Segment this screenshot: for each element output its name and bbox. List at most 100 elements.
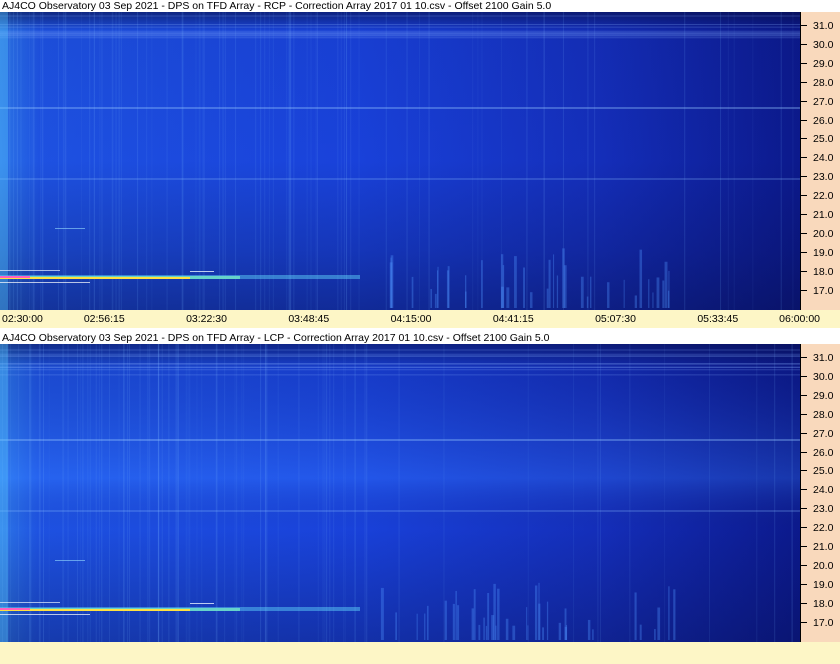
lcp-freq-tick: 22.0 [801, 522, 840, 534]
burst-fragment [190, 603, 214, 604]
tick-mark [801, 357, 807, 358]
burst-streak [548, 259, 551, 308]
burst-streak [465, 291, 467, 308]
tick-mark [801, 157, 807, 159]
burst-streak [607, 282, 610, 308]
tick-label: 24.0 [813, 152, 834, 165]
burst-streak [481, 260, 483, 308]
burst-streak [538, 582, 540, 640]
rcp-freq-tick: 21.0 [801, 209, 840, 221]
burst-streak [564, 608, 567, 640]
solar-burst-peak [0, 608, 30, 610]
tick-label: 27.0 [813, 95, 834, 108]
tick-mark [801, 81, 807, 83]
tick-label: 26.0 [813, 446, 834, 459]
burst-streak [639, 624, 642, 640]
burst-streak [455, 590, 457, 640]
tick-mark [801, 138, 807, 140]
tick-mark [801, 289, 807, 291]
solar-burst-echo [0, 614, 90, 615]
burst-streak [487, 593, 490, 640]
time-tick-label: 04:41:15 [492, 313, 534, 325]
burst-streak [623, 279, 625, 308]
top-panel-title: AJ4CO Observatory 03 Sep 2021 - DPS on T… [0, 0, 840, 12]
time-tick-label: 03:48:45 [288, 313, 330, 325]
tick-mark [801, 270, 807, 272]
burst-streak [473, 589, 476, 640]
solar-burst-echo [0, 602, 60, 603]
tick-mark [801, 602, 807, 604]
burst-streak [390, 255, 394, 308]
tick-label: 31.0 [813, 352, 834, 364]
burst-streak [485, 625, 488, 640]
rcp-freq-tick: 29.0 [801, 58, 840, 70]
tick-label: 19.0 [813, 246, 834, 259]
lcp-freq-tick: 24.0 [801, 484, 840, 496]
burst-streak [639, 249, 643, 308]
tick-mark [801, 527, 807, 529]
burst-streak [652, 292, 654, 308]
burst-streak [444, 600, 447, 640]
tick-label: 17.0 [813, 616, 834, 629]
burst-streak [587, 619, 591, 640]
bottom-panel: 31.0 30.0 29.0 28.0 27.0 26.0 25.0 24.0 23.0 22.0… [0, 344, 840, 642]
tick-label: 22.0 [813, 522, 834, 535]
rcp-freq-tick: 24.0 [801, 152, 840, 164]
time-tick-label: 02:56:15 [83, 313, 125, 325]
tick-label: 18.0 [813, 597, 834, 610]
burst-streak [411, 276, 414, 308]
burst-streak [512, 625, 516, 640]
burst-streak [523, 267, 526, 308]
tick-mark [801, 470, 807, 472]
rcp-freq-tick: 23.0 [801, 171, 840, 183]
burst-fragment [190, 271, 214, 272]
time-tick-label: 03:22:30 [186, 313, 227, 325]
burst-streak [634, 295, 637, 308]
burst-streak [430, 289, 432, 308]
rcp-spectrogram [0, 12, 800, 310]
lcp-freq-tick: 19.0 [801, 579, 840, 591]
burst-streak [416, 613, 418, 640]
burst-streak [529, 292, 533, 308]
burst-streak [590, 276, 592, 308]
rcp-freq-tick: 30.0 [801, 39, 840, 51]
tick-label: 29.0 [813, 389, 834, 402]
burst-fragment [55, 228, 85, 229]
burst-streak [478, 624, 481, 640]
burst-streak [437, 266, 439, 308]
burst-streak [664, 261, 668, 308]
tick-mark [801, 119, 807, 121]
spectrogram-shading [0, 12, 800, 310]
lcp-freq-tick: 26.0 [801, 447, 840, 459]
tick-label: 23.0 [813, 503, 834, 516]
time-tick-label: 04:15:00 [390, 313, 432, 325]
burst-streak [546, 288, 549, 308]
tick-label: 29.0 [813, 57, 834, 70]
burst-streak [668, 586, 670, 640]
rcp-freq-tick: 17.0 [801, 285, 840, 297]
tick-mark [801, 251, 807, 253]
lcp-freq-tick: 28.0 [801, 409, 840, 421]
tick-mark [801, 508, 807, 510]
rcp-freq-tick: 18.0 [801, 266, 840, 278]
tick-mark [801, 375, 807, 377]
tick-mark [801, 394, 807, 396]
time-tick-label: 02:30:00 [2, 313, 43, 325]
burst-streak [380, 587, 384, 640]
tick-mark [801, 432, 807, 434]
tick-mark [801, 195, 807, 197]
solar-burst-peak [0, 276, 30, 278]
tick-label: 28.0 [813, 76, 834, 89]
spectrogram-shading [0, 344, 800, 642]
burst-streak [457, 605, 460, 640]
tick-label: 27.0 [813, 427, 834, 440]
lcp-freq-tick: 27.0 [801, 428, 840, 440]
tick-mark [801, 451, 807, 453]
burst-streak [534, 585, 538, 640]
top-panel: 31.0 30.0 29.0 28.0 27.0 26.0 25.0 24.0 23.0 22.0… [0, 12, 840, 310]
tick-mark [801, 62, 807, 64]
burst-streak [434, 293, 437, 308]
solar-burst-echo [0, 270, 60, 271]
time-tick-label: 05:33:45 [697, 313, 739, 325]
burst-streak [654, 629, 656, 640]
